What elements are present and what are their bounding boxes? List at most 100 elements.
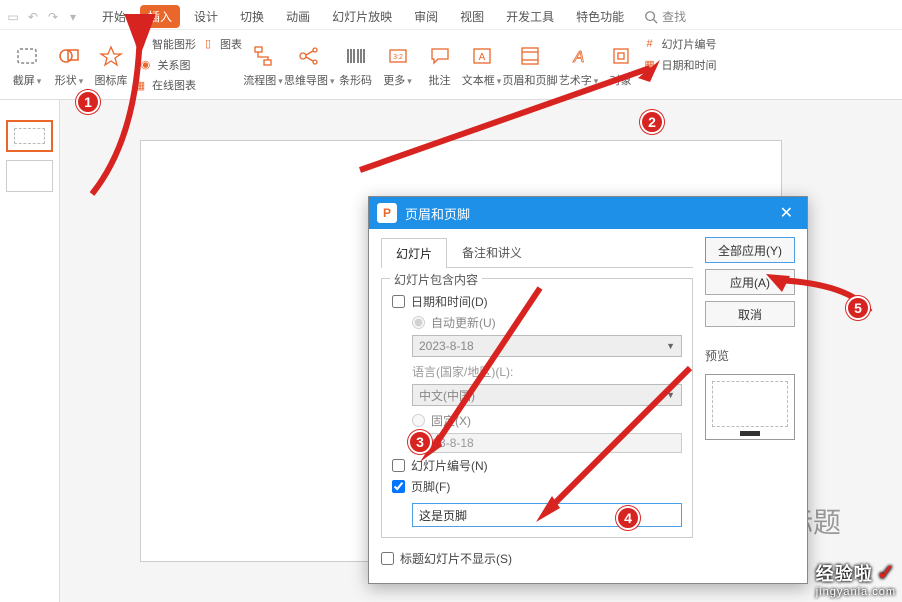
save-icon[interactable]: ▭ — [6, 10, 20, 24]
slide-thumbnails — [0, 100, 60, 602]
ribbon-label: 图表 — [220, 36, 242, 52]
slidenum-button[interactable]: #幻灯片编号 — [642, 35, 717, 54]
search-label: 查找 — [662, 8, 686, 25]
smartshape-icon: ▭ — [132, 36, 148, 52]
preview-box — [705, 374, 795, 440]
apply-all-button[interactable]: 全部应用(Y) — [705, 237, 795, 263]
iconlib-button[interactable]: 图标库 — [90, 35, 132, 95]
chevron-down-icon: ▼ — [666, 390, 675, 400]
search-icon — [644, 10, 658, 24]
annotation-badge-3: 3 — [408, 430, 432, 454]
language-select[interactable]: 中文(中国)▼ — [412, 384, 682, 406]
ribbon-label: 批注 — [429, 72, 451, 88]
insert-ribbon: 截屏▾ 形状▾ 图标库 ▭智能图形 ◉关系图 ▦在线图表 ▯图表 流程图▾ 思维… — [0, 30, 902, 100]
tab-design[interactable]: 设计 — [186, 5, 226, 28]
tab-transition[interactable]: 切换 — [232, 5, 272, 28]
smartshape-button[interactable]: ▭智能图形 — [132, 35, 196, 54]
tab-special[interactable]: 特色功能 — [568, 5, 632, 28]
textbox-button[interactable]: A 文本框▾ — [461, 35, 503, 95]
preview-label: 预览 — [705, 347, 795, 364]
screenshot-button[interactable]: 截屏▾ — [6, 35, 48, 95]
redo-icon[interactable]: ↷ — [46, 10, 60, 24]
slidenum-icon: # — [642, 36, 658, 52]
datetime-button[interactable]: ▦日期和时间 — [642, 55, 717, 74]
flowchart-button[interactable]: 流程图▾ — [242, 35, 284, 95]
object-icon — [607, 42, 635, 70]
language-label: 语言(国家/地区)(L): — [412, 363, 682, 380]
svg-text:A: A — [572, 49, 584, 66]
datetime-icon: ▦ — [642, 57, 658, 73]
annotation-badge-5: 5 — [846, 296, 870, 320]
onlinechart-icon: ▦ — [132, 77, 148, 93]
ribbon-label: 日期和时间 — [662, 57, 717, 73]
ribbon-label: 条形码 — [339, 72, 372, 88]
ribbon-label: 页眉和页脚 — [503, 72, 558, 88]
more-button[interactable]: 3:2 更多▾ — [377, 35, 419, 95]
undo-icon[interactable]: ↶ — [26, 10, 40, 24]
tab-devtools[interactable]: 开发工具 — [498, 5, 562, 28]
datetime-checkbox[interactable]: 日期和时间(D) — [392, 293, 682, 310]
close-icon[interactable]: ✕ — [774, 203, 799, 223]
ribbon-label: 流程图▾ — [243, 72, 283, 88]
flowchart-icon — [249, 42, 277, 70]
fixed-date-input: 2023-8-18 — [412, 433, 682, 453]
mindmap-button[interactable]: 思维导图▾ — [284, 35, 335, 95]
slide-contains-group: 幻灯片包含内容 日期和时间(D) 自动更新(U) 2023-8-18▼ 语言(国… — [381, 278, 693, 538]
date-select[interactable]: 2023-8-18▼ — [412, 335, 682, 357]
search-button[interactable]: 查找 — [644, 8, 686, 25]
tab-insert[interactable]: 插入 — [140, 5, 180, 28]
checkmark-icon: ✓ — [877, 560, 895, 585]
dialog-title: 页眉和页脚 — [405, 204, 470, 223]
chart-icon: ▯ — [200, 36, 216, 52]
footer-input[interactable] — [412, 503, 682, 527]
ribbon-label: 截屏▾ — [13, 72, 42, 88]
ribbon-label: 思维导图▾ — [284, 72, 335, 88]
ribbon-label: 艺术字▾ — [559, 72, 599, 88]
apply-button[interactable]: 应用(A) — [705, 269, 795, 295]
more-icon: 3:2 — [384, 42, 412, 70]
dialog-tabs: 幻灯片 备注和讲义 — [381, 237, 693, 268]
tab-view[interactable]: 视图 — [452, 5, 492, 28]
ribbon-label: 对象 — [610, 72, 632, 88]
ribbon-label: 在线图表 — [152, 77, 196, 93]
shape-button[interactable]: 形状▾ — [48, 35, 90, 95]
qat-dropdown-icon[interactable]: ▾ — [66, 10, 80, 24]
app-logo-icon: P — [377, 203, 397, 223]
tab-animation[interactable]: 动画 — [278, 5, 318, 28]
tab-notes[interactable]: 备注和讲义 — [447, 237, 537, 267]
watermark: 经验啦✓ jingyanla.com — [816, 560, 896, 598]
tab-slideshow[interactable]: 幻灯片放映 — [324, 5, 400, 28]
comment-button[interactable]: 批注 — [419, 35, 461, 95]
group-title: 幻灯片包含内容 — [390, 271, 482, 288]
wordart-button[interactable]: A 艺术字▾ — [558, 35, 600, 95]
headerfooter-button[interactable]: 页眉和页脚 — [503, 35, 558, 95]
onlinechart-button[interactable]: ▦在线图表 — [132, 76, 196, 95]
auto-update-radio[interactable]: 自动更新(U) — [412, 314, 682, 331]
thumbnail-1[interactable] — [6, 120, 53, 152]
header-footer-dialog: P 页眉和页脚 ✕ 幻灯片 备注和讲义 幻灯片包含内容 日期和时间(D) 自动更… — [368, 196, 808, 584]
dialog-titlebar: P 页眉和页脚 ✕ — [369, 197, 807, 229]
textbox-icon: A — [468, 42, 496, 70]
thumbnail-2[interactable] — [6, 160, 53, 192]
chart-button[interactable]: ▯图表 — [200, 35, 242, 54]
relation-icon: ◉ — [138, 57, 154, 73]
cancel-button[interactable]: 取消 — [705, 301, 795, 327]
iconlib-icon — [97, 42, 125, 70]
tab-slide[interactable]: 幻灯片 — [381, 238, 447, 268]
tab-start[interactable]: 开始 — [94, 5, 134, 28]
wordart-icon: A — [565, 42, 593, 70]
barcode-button[interactable]: 条形码 — [335, 35, 377, 95]
mindmap-icon — [295, 42, 323, 70]
tab-review[interactable]: 审阅 — [406, 5, 446, 28]
relation-button[interactable]: ◉关系图 — [132, 55, 196, 74]
annotation-badge-1: 1 — [76, 90, 100, 114]
object-button[interactable]: 对象 — [600, 35, 642, 95]
menu-tabs: ▭ ↶ ↷ ▾ 开始 插入 设计 切换 动画 幻灯片放映 审阅 视图 开发工具 … — [0, 0, 902, 30]
title-hide-checkbox[interactable]: 标题幻灯片不显示(S) — [381, 550, 693, 567]
ribbon-label: 形状▾ — [55, 72, 84, 88]
ribbon-label: 智能图形 — [152, 36, 196, 52]
fixed-radio[interactable]: 固定(X) — [412, 412, 682, 429]
slidenum-checkbox[interactable]: 幻灯片编号(N) — [392, 457, 682, 474]
footer-checkbox[interactable]: 页脚(F) — [392, 478, 682, 495]
comment-icon — [426, 42, 454, 70]
